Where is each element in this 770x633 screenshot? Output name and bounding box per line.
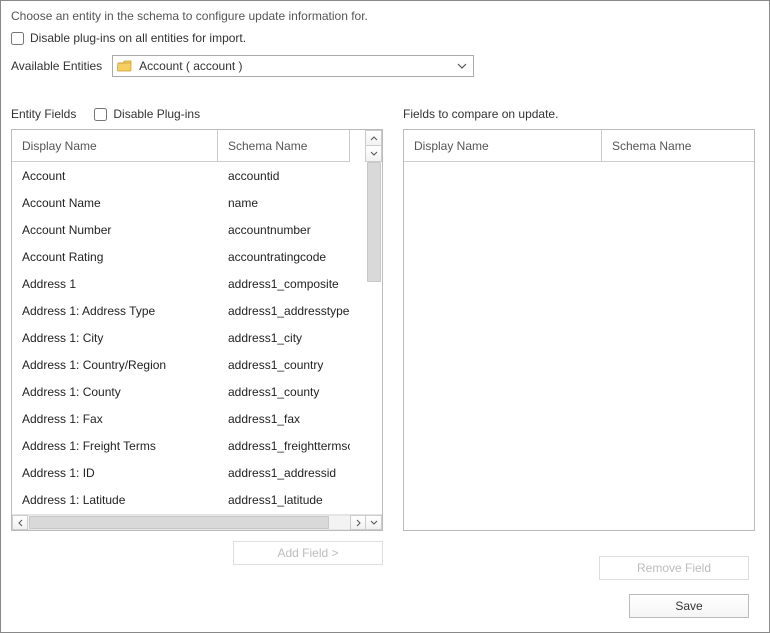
configure-update-dialog: Choose an entity in the schema to config…	[0, 0, 770, 633]
table-row[interactable]: Address 1address1_composite	[12, 270, 382, 297]
entity-fields-list-body[interactable]: AccountaccountidAccount NamenameAccount …	[12, 162, 382, 514]
entity-fields-hscroll	[12, 514, 382, 530]
cell-display-name: Address 1: Address Type	[12, 304, 218, 318]
table-row[interactable]: Account Numberaccountnumber	[12, 216, 382, 243]
entity-fields-vscroll	[365, 130, 382, 162]
entity-combobox[interactable]: Account ( account )	[112, 55, 474, 77]
cell-schema-name: address1_city	[218, 331, 350, 345]
entity-selector-row: Available Entities Account ( account )	[11, 55, 759, 77]
cell-schema-name: accountnumber	[218, 223, 350, 237]
disable-plugins-input[interactable]	[94, 108, 107, 121]
cell-display-name: Address 1: Fax	[12, 412, 218, 426]
hscroll-left-icon[interactable]	[12, 515, 28, 530]
table-row[interactable]: Address 1: Freight Termsaddress1_freight…	[12, 432, 382, 459]
chevron-down-icon	[453, 63, 471, 69]
intro-text: Choose an entity in the schema to config…	[11, 9, 759, 23]
cell-schema-name: address1_addressid	[218, 466, 350, 480]
cell-display-name: Address 1: Country/Region	[12, 358, 218, 372]
scroll-down-small-icon[interactable]	[365, 146, 382, 162]
disable-all-plugins-input[interactable]	[11, 32, 24, 45]
cell-schema-name: name	[218, 196, 350, 210]
table-row[interactable]: Address 1: IDaddress1_addressid	[12, 459, 382, 486]
cell-schema-name: address1_county	[218, 385, 350, 399]
hscroll-thumb[interactable]	[29, 516, 329, 529]
entity-fields-list-header: Display Name Schema Name	[12, 130, 382, 162]
remove-field-button[interactable]: Remove Field	[599, 556, 749, 580]
entity-fields-title: Entity Fields	[11, 107, 76, 121]
hscroll-down-icon[interactable]	[366, 515, 382, 530]
disable-plugins-checkbox[interactable]: Disable Plug-ins	[94, 107, 200, 121]
entity-fields-header: Entity Fields Disable Plug-ins	[11, 105, 383, 123]
cell-display-name: Address 1: Freight Terms	[12, 439, 218, 453]
cell-display-name: Account Name	[12, 196, 218, 210]
hscroll-right-icon[interactable]	[350, 515, 366, 530]
compare-fields-title: Fields to compare on update.	[403, 107, 558, 121]
cell-schema-name: accountid	[218, 169, 350, 183]
table-row[interactable]: Account Ratingaccountratingcode	[12, 243, 382, 270]
save-button[interactable]: Save	[629, 594, 749, 618]
cell-schema-name: address1_fax	[218, 412, 350, 426]
compare-fields-list-header: Display Name Schema Name	[404, 130, 754, 162]
cell-display-name: Address 1: County	[12, 385, 218, 399]
table-row[interactable]: Address 1: Address Typeaddress1_addresst…	[12, 297, 382, 324]
compare-fields-list: Display Name Schema Name	[403, 129, 755, 531]
cell-schema-name: accountratingcode	[218, 250, 350, 264]
col-schema-name[interactable]: Schema Name	[218, 130, 350, 162]
table-row[interactable]: Address 1: Faxaddress1_fax	[12, 405, 382, 432]
cell-schema-name: address1_composite	[218, 277, 350, 291]
table-row[interactable]: Address 1: Countyaddress1_county	[12, 378, 382, 405]
available-entities-label: Available Entities	[11, 59, 102, 73]
table-row[interactable]: Address 1: Cityaddress1_city	[12, 324, 382, 351]
hscroll-track[interactable]	[28, 515, 350, 530]
table-row[interactable]: Account Namename	[12, 189, 382, 216]
table-row[interactable]: Address 1: Country/Regionaddress1_countr…	[12, 351, 382, 378]
col-schema-name[interactable]: Schema Name	[602, 130, 754, 162]
col-display-name[interactable]: Display Name	[404, 130, 602, 162]
cell-display-name: Address 1: ID	[12, 466, 218, 480]
cell-display-name: Address 1: Latitude	[12, 493, 218, 507]
footer-buttons: Remove Field Save	[599, 556, 749, 618]
disable-plugins-label: Disable Plug-ins	[113, 107, 200, 121]
entity-fields-list: Display Name Schema Name	[11, 129, 383, 531]
cell-display-name: Account Rating	[12, 250, 218, 264]
scroll-up-icon[interactable]	[365, 130, 382, 146]
cell-display-name: Address 1: City	[12, 331, 218, 345]
compare-fields-panel: Fields to compare on update. Display Nam…	[403, 105, 755, 531]
cell-schema-name: address1_country	[218, 358, 350, 372]
entity-fields-panel: Entity Fields Disable Plug-ins Display N…	[11, 105, 383, 565]
compare-fields-header: Fields to compare on update.	[403, 105, 755, 123]
add-field-button-row: Add Field >	[11, 541, 383, 565]
entity-selected-text: Account ( account )	[139, 59, 453, 73]
cell-display-name: Address 1	[12, 277, 218, 291]
disable-all-plugins-checkbox[interactable]: Disable plug-ins on all entities for imp…	[11, 31, 759, 45]
disable-all-plugins-label: Disable plug-ins on all entities for imp…	[30, 31, 246, 45]
cell-schema-name: address1_latitude	[218, 493, 350, 507]
cell-schema-name: address1_freighttermscod	[218, 439, 350, 453]
table-row[interactable]: Address 1: Latitudeaddress1_latitude	[12, 486, 382, 513]
cell-display-name: Account	[12, 169, 218, 183]
table-row[interactable]: Accountaccountid	[12, 162, 382, 189]
folder-icon	[117, 59, 133, 73]
cell-schema-name: address1_addresstypecod	[218, 304, 350, 318]
columns: Entity Fields Disable Plug-ins Display N…	[11, 105, 759, 565]
add-field-button[interactable]: Add Field >	[233, 541, 383, 565]
col-display-name[interactable]: Display Name	[12, 130, 218, 162]
compare-fields-list-body[interactable]	[404, 162, 754, 530]
cell-display-name: Account Number	[12, 223, 218, 237]
